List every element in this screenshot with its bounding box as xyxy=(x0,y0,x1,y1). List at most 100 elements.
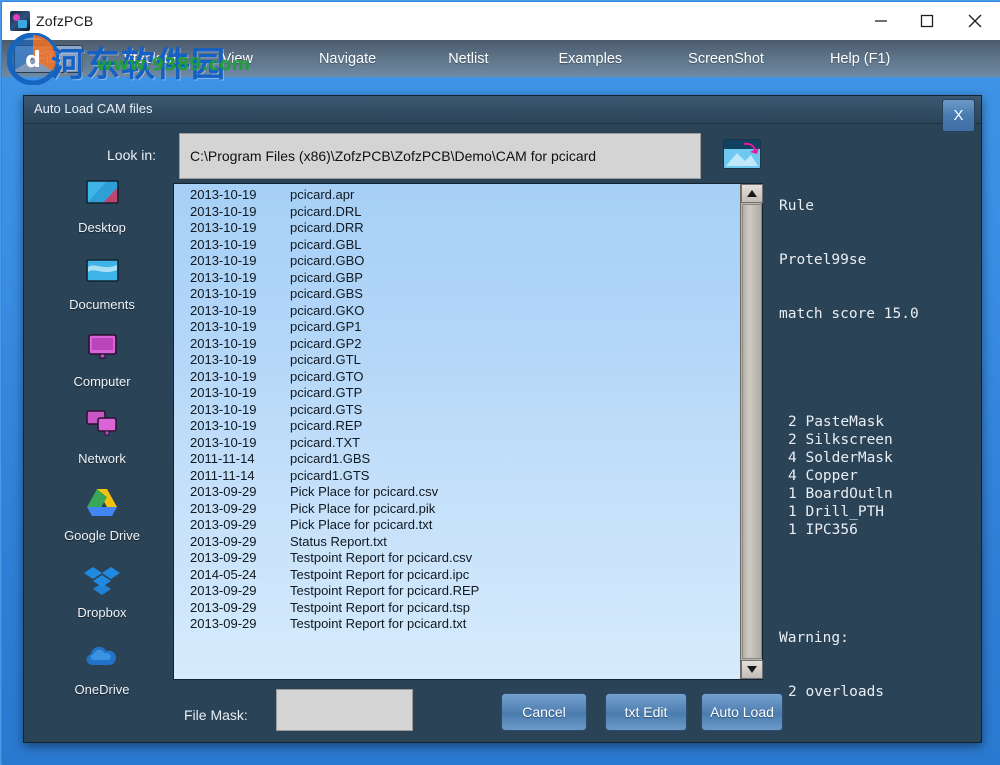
file-date: 2013-10-19 xyxy=(190,319,257,334)
scroll-up-arrow[interactable] xyxy=(741,184,763,203)
menu-item-stackup[interactable]: Stackup xyxy=(113,48,185,70)
file-name: pcicard.REP xyxy=(290,418,363,433)
place-network[interactable]: Network xyxy=(37,408,167,485)
menu-item-examples[interactable]: Examples xyxy=(548,48,632,70)
menu-item-netlist[interactable]: Netlist xyxy=(438,48,498,70)
file-date: 2013-10-19 xyxy=(190,286,257,301)
file-list-row[interactable]: 2013-09-29 Testpoint Report for pcicard.t… xyxy=(174,600,740,617)
place-dropbox[interactable]: Dropbox xyxy=(37,562,167,639)
place-label: Dropbox xyxy=(77,605,127,620)
rule-layer-row: 2 PasteMask xyxy=(788,414,885,430)
file-list-row[interactable]: 2013-09-29 Pick Place for pcicard.pik xyxy=(174,501,740,518)
file-name: pcicard.GBL xyxy=(290,236,362,252)
file-date: 2013-10-19 xyxy=(190,187,257,202)
rule-heading: Rule xyxy=(779,198,814,214)
file-list-row[interactable]: 2011-11-14 pcicard1.GTS xyxy=(174,468,740,485)
file-name: pcicard.GTS xyxy=(290,401,363,417)
place-computer[interactable]: Computer xyxy=(37,331,167,408)
file-list-row[interactable]: 2011-11-14 pcicard1.GBS xyxy=(174,451,740,468)
file-list-row[interactable]: 2013-10-19 pcicard.apr xyxy=(174,187,740,204)
file-list-row[interactable]: 2013-10-19 pcicard.DRR xyxy=(174,220,740,237)
place-documents[interactable]: Documents xyxy=(37,254,167,331)
place-label: Documents xyxy=(69,297,135,312)
documents-folder-icon xyxy=(81,254,123,292)
menu-item-screenshot[interactable]: ScreenShot xyxy=(678,48,774,70)
file-date: 2013-09-29 xyxy=(190,533,257,549)
file-name: Testpoint Report for pcicard.txt xyxy=(290,616,467,631)
network-icon xyxy=(81,408,123,446)
minimize-button[interactable] xyxy=(858,2,904,40)
desktop-icon xyxy=(81,177,123,215)
file-name: pcicard.DRL xyxy=(290,203,362,219)
rule-name: Protel99se xyxy=(779,252,867,268)
rule-warning-text: 2 overloads xyxy=(788,684,885,700)
file-list-scrollbar[interactable] xyxy=(740,184,763,679)
file-list-panel: 2013-10-19 pcicard.apr 2013-10-19 pcicard.D… xyxy=(173,183,763,680)
rule-spacer-2 xyxy=(779,575,954,593)
file-list-row[interactable]: 2013-10-19 pcicard.GTO xyxy=(174,369,740,386)
scroll-down-arrow[interactable] xyxy=(741,660,763,679)
file-date: 2013-10-19 xyxy=(190,418,257,433)
file-list-row[interactable]: 2013-09-29 Testpoint Report for pcicard.t… xyxy=(174,616,740,633)
file-date: 2013-10-19 xyxy=(190,220,257,235)
menu-bar: File Stackup View Navigate Netlist Examp… xyxy=(2,40,1000,77)
cancel-button[interactable]: Cancel xyxy=(501,693,587,731)
file-name: pcicard1.GTS xyxy=(290,467,370,483)
file-mask-input[interactable] xyxy=(276,689,413,731)
rule-spacer xyxy=(779,359,954,377)
file-name: Testpoint Report for pcicard.ipc xyxy=(290,566,470,582)
file-date: 2013-10-19 xyxy=(190,352,257,367)
rule-layer-row: 4 SolderMask xyxy=(788,450,893,466)
file-list-row[interactable]: 2013-10-19 pcicard.GTS xyxy=(174,402,740,419)
dialog-close-button[interactable]: X xyxy=(942,99,975,132)
file-date: 2013-10-19 xyxy=(190,269,257,285)
place-google-drive[interactable]: Google Drive xyxy=(37,485,167,562)
menu-item-help[interactable]: Help (F1) xyxy=(820,48,900,70)
menu-item-view[interactable]: View xyxy=(212,48,263,70)
file-list-row[interactable]: 2013-09-29 Status Report.txt xyxy=(174,534,740,551)
file-list-row[interactable]: 2013-10-19 pcicard.GBL xyxy=(174,237,740,254)
file-date: 2013-10-19 xyxy=(190,302,257,318)
menu-item-navigate[interactable]: Navigate xyxy=(309,48,386,70)
file-list-row[interactable]: 2013-10-19 pcicard.GBP xyxy=(174,270,740,287)
file-list-row[interactable]: 2013-10-19 pcicard.DRL xyxy=(174,204,740,221)
place-label: OneDrive xyxy=(74,682,130,697)
file-name: Testpoint Report for pcicard.REP xyxy=(290,583,480,598)
place-onedrive[interactable]: OneDrive xyxy=(37,639,167,716)
file-list-row[interactable]: 2013-09-29 Pick Place for pcicard.csv xyxy=(174,484,740,501)
look-in-path-field[interactable]: C:\Program Files (x86)\ZofzPCB\ZofzPCB\D… xyxy=(179,133,701,179)
window-controls xyxy=(858,2,1000,40)
file-name: Pick Place for pcicard.csv xyxy=(290,484,439,499)
file-list-row[interactable]: 2013-10-19 pcicard.REP xyxy=(174,418,740,435)
file-date: 2013-10-19 xyxy=(190,203,257,219)
menu-item-file[interactable]: File xyxy=(14,44,84,73)
place-label: Computer xyxy=(73,374,131,389)
file-list-row[interactable]: 2013-10-19 pcicard.GKO xyxy=(174,303,740,320)
file-list-row[interactable]: 2013-10-19 pcicard.GTL xyxy=(174,352,740,369)
file-list-row[interactable]: 2013-10-19 pcicard.GBO xyxy=(174,253,740,270)
maximize-button[interactable] xyxy=(904,2,950,40)
onedrive-cloud-icon xyxy=(81,639,123,677)
file-list-row[interactable]: 2013-09-29 Testpoint Report for pcicard.c… xyxy=(174,550,740,567)
txt-edit-button[interactable]: txt Edit xyxy=(605,693,687,731)
file-list-row[interactable]: 2013-10-19 pcicard.TXT xyxy=(174,435,740,452)
file-list-row[interactable]: 2013-10-19 pcicard.GTP xyxy=(174,385,740,402)
file-name: pcicard.GBO xyxy=(290,253,365,268)
file-list-row[interactable]: 2013-09-29 Testpoint Report for pcicard.R… xyxy=(174,583,740,600)
rule-layer-row: 4 Copper xyxy=(788,468,858,484)
file-date: 2013-10-19 xyxy=(190,253,257,268)
close-button[interactable] xyxy=(950,2,1000,40)
auto-load-button[interactable]: Auto Load xyxy=(701,693,783,731)
file-date: 2013-10-19 xyxy=(190,335,257,351)
file-list-row[interactable]: 2014-05-24 Testpoint Report for pcicard.i… xyxy=(174,567,740,584)
place-desktop[interactable]: Desktop xyxy=(37,177,167,254)
file-list-row[interactable]: 2013-10-19 pcicard.GP1 xyxy=(174,319,740,336)
scrollbar-thumb[interactable] xyxy=(742,204,762,659)
file-list-row[interactable]: 2013-10-19 pcicard.GBS xyxy=(174,286,740,303)
file-name: pcicard.GP2 xyxy=(290,335,362,351)
file-name: pcicard.DRR xyxy=(290,220,364,235)
browse-folder-icon[interactable] xyxy=(723,139,761,169)
file-list[interactable]: 2013-10-19 pcicard.apr 2013-10-19 pcicard.D… xyxy=(174,184,740,679)
file-list-row[interactable]: 2013-09-29 Pick Place for pcicard.txt xyxy=(174,517,740,534)
file-list-row[interactable]: 2013-10-19 pcicard.GP2 xyxy=(174,336,740,353)
